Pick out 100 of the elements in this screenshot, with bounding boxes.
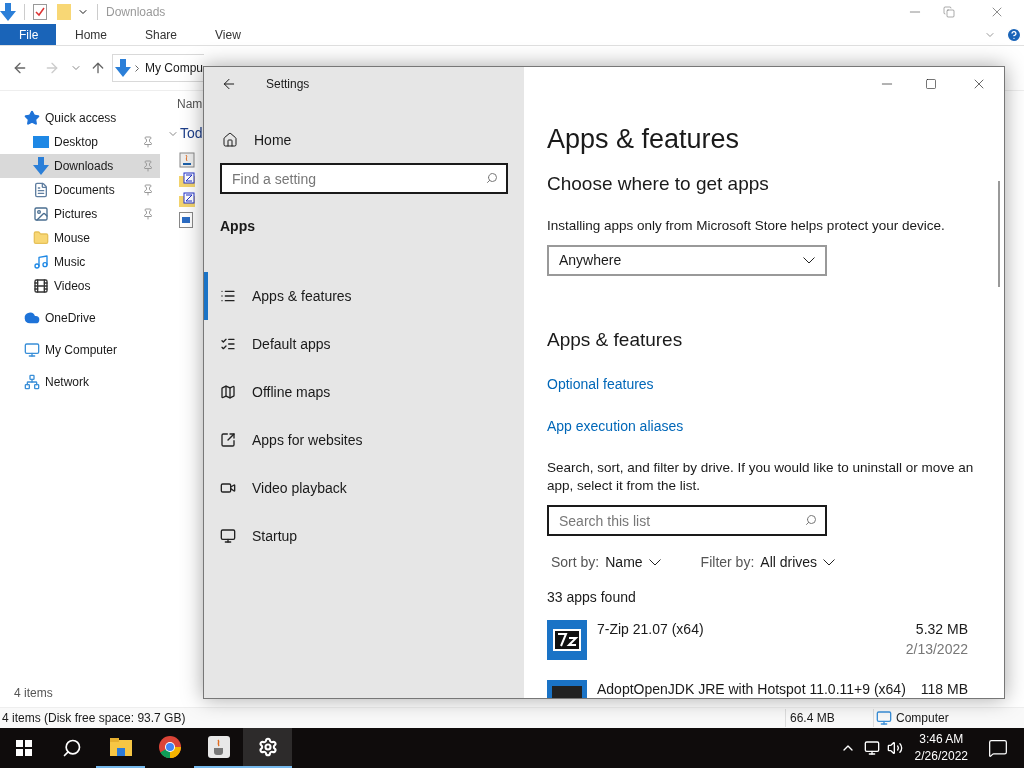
- settings-nav-item[interactable]: Apps for websites: [204, 416, 524, 464]
- navigation-item[interactable]: Downloads: [0, 154, 160, 178]
- java-file-icon: [179, 152, 195, 168]
- page-heading: Apps & features: [547, 123, 741, 156]
- chevron-down-icon: [648, 559, 661, 567]
- monitor-icon: [220, 528, 236, 544]
- help-icon[interactable]: [1006, 26, 1022, 43]
- app-list-item[interactable]: 7-Zip 21.07 (x64) 5.32 MB 2/13/2022: [547, 620, 968, 661]
- section-heading: Apps & features: [547, 327, 684, 352]
- search-field[interactable]: Find a setting: [220, 163, 508, 194]
- navigation-item[interactable]: Mouse: [0, 226, 160, 250]
- source-dropdown[interactable]: Anywhere: [547, 244, 827, 276]
- settings-nav-item[interactable]: Default apps: [204, 320, 524, 368]
- pin-icon: [142, 184, 154, 196]
- app-size: 118 MB: [920, 680, 968, 698]
- search-icon: [805, 514, 817, 527]
- search-field[interactable]: Search this list: [547, 505, 827, 537]
- section-title: Apps: [220, 217, 256, 236]
- desktop-icon: [33, 136, 49, 148]
- ribbon-tab[interactable]: File: [0, 24, 56, 45]
- app-name: 7-Zip 21.07 (x64): [597, 620, 704, 639]
- zip-folder-icon: [179, 172, 195, 188]
- status-text: 4 items (Disk free space: 93.7 GB): [1, 710, 187, 727]
- chevron-right-icon: [135, 64, 139, 72]
- checklist-icon: [220, 336, 236, 352]
- navigation-item[interactable]: OneDrive: [0, 306, 160, 330]
- description: Installing apps only from Microsoft Store helps protect your device.: [547, 216, 946, 235]
- description: Search, sort, and filter by drive. If you would like to uninstall or move an app, select it from the list.: [547, 459, 975, 496]
- cloud-icon: [24, 310, 40, 326]
- pin-icon: [142, 160, 154, 172]
- navigation-item[interactable]: My Computer: [0, 338, 160, 362]
- search-icon: [62, 738, 82, 758]
- navigation-item[interactable]: Network: [0, 370, 160, 394]
- picture-icon: [33, 206, 49, 222]
- settings-nav-item[interactable]: Video playback: [204, 464, 524, 512]
- volume-icon[interactable]: [886, 740, 903, 756]
- column-header[interactable]: Nam: [177, 95, 203, 113]
- item-count: 4 items: [14, 685, 53, 702]
- network-icon: [24, 374, 40, 390]
- properties-icon[interactable]: [33, 4, 47, 20]
- navigation-item[interactable]: Desktop: [0, 130, 160, 154]
- computer-icon: [876, 710, 892, 726]
- maximize-icon[interactable]: [925, 78, 937, 90]
- scrollbar-thumb[interactable]: [998, 181, 1000, 287]
- notifications-icon[interactable]: [988, 738, 1008, 758]
- window-title: Settings: [266, 76, 310, 93]
- document-icon: [179, 212, 193, 228]
- link[interactable]: Optional features: [547, 374, 968, 396]
- filter-dropdown[interactable]: Filter by: All drives: [700, 552, 836, 574]
- folder-icon: [109, 738, 132, 756]
- map-icon: [220, 384, 236, 400]
- settings-nav-item[interactable]: Apps & features: [204, 272, 524, 320]
- address-bar[interactable]: My Compu: [112, 54, 204, 82]
- navigation-item[interactable]: Pictures: [0, 202, 160, 226]
- zip-folder-icon: [179, 192, 195, 208]
- section-heading: Choose where to get apps: [547, 172, 770, 196]
- video-camera-icon: [220, 480, 236, 496]
- chevron-down-icon: [823, 559, 836, 567]
- ribbon-tab[interactable]: Home: [56, 24, 126, 45]
- computer-icon: [24, 342, 40, 358]
- clock[interactable]: 3:46 AM 2/26/2022: [910, 731, 972, 765]
- ribbon-tab[interactable]: View: [196, 24, 260, 45]
- up-icon[interactable]: [90, 60, 106, 76]
- group-header[interactable]: Tod: [180, 123, 203, 144]
- home-icon: [222, 132, 238, 148]
- navigation-item[interactable]: Quick access: [0, 106, 160, 130]
- taskbar-app[interactable]: [243, 728, 292, 768]
- breadcrumb-item[interactable]: My Compu: [145, 59, 203, 77]
- film-icon: [33, 278, 49, 294]
- network-status-icon[interactable]: [863, 740, 880, 756]
- settings-nav-item[interactable]: Startup: [204, 512, 524, 560]
- music-note-icon: [33, 254, 49, 270]
- window-title: Downloads: [106, 4, 166, 21]
- back-icon[interactable]: [221, 76, 237, 92]
- list-icon: [220, 288, 236, 304]
- app-size: 5.32 MB: [915, 620, 968, 639]
- navigation-item[interactable]: Documents: [0, 178, 160, 202]
- back-icon[interactable]: [12, 60, 28, 76]
- windows-logo-icon: [16, 740, 32, 756]
- document-icon: [33, 182, 49, 198]
- java-cup-icon: [207, 736, 230, 758]
- chrome-icon: [158, 736, 181, 758]
- app-list-item[interactable]: AdoptOpenJDK JRE with Hotspot 11.0.11+9 (x64) 118 MB: [547, 680, 968, 698]
- status-size: 66.4 MB: [785, 709, 873, 727]
- chevron-down-icon: [803, 256, 815, 264]
- settings-nav-item[interactable]: Offline maps: [204, 368, 524, 416]
- navigation-item[interactable]: Videos: [0, 274, 160, 298]
- status-location: Computer: [873, 709, 949, 727]
- download-arrow-icon: [0, 3, 16, 21]
- home-link[interactable]: Home: [204, 128, 524, 152]
- link[interactable]: App execution aliases: [547, 416, 968, 438]
- ribbon-tab[interactable]: Share: [126, 24, 197, 45]
- app-name: AdoptOpenJDK JRE with Hotspot 11.0.11+9 (x64): [597, 680, 906, 698]
- folder-icon: [33, 230, 49, 246]
- star-icon: [24, 110, 40, 126]
- sort-dropdown[interactable]: Sort by: Name: [551, 552, 661, 574]
- pin-icon: [142, 136, 154, 148]
- navigation-item[interactable]: Music: [0, 250, 160, 274]
- app-date: 2/13/2022: [905, 640, 968, 659]
- search-icon: [486, 172, 498, 184]
